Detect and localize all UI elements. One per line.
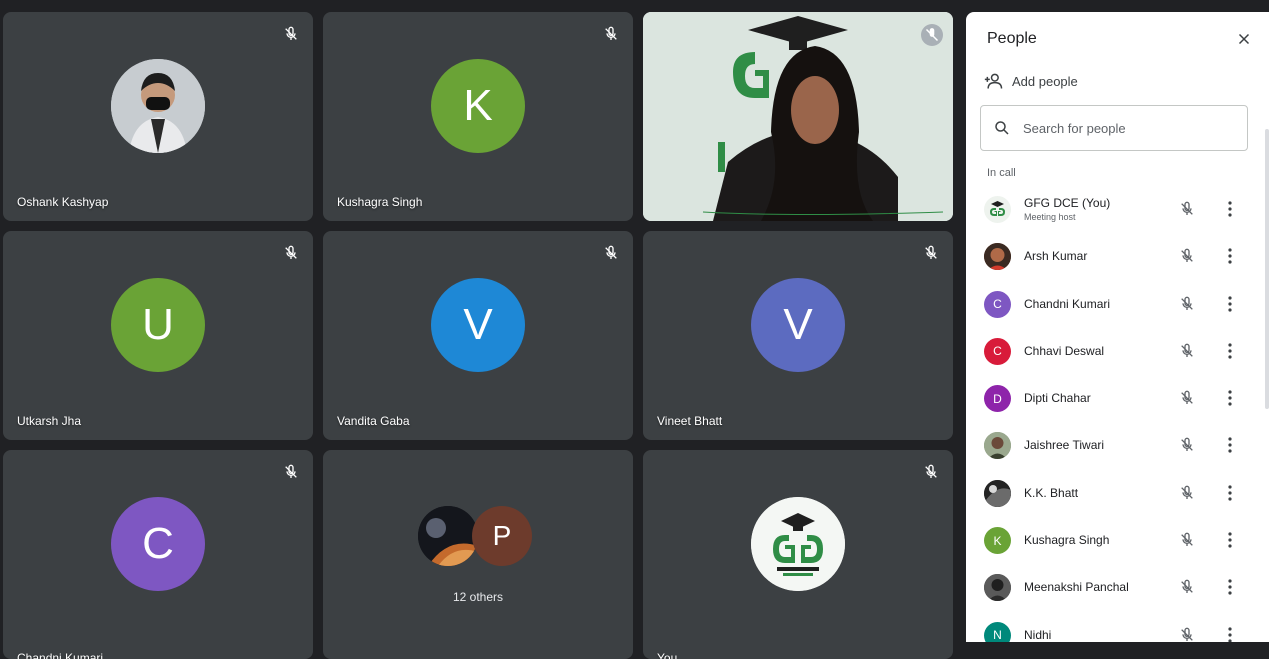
avatar — [984, 479, 1011, 507]
microphone-off-icon — [925, 464, 937, 478]
participant-name: Chandni Kumari — [17, 651, 104, 659]
more-options-icon[interactable] — [1222, 626, 1238, 642]
more-options-icon[interactable] — [1222, 200, 1238, 218]
list-item[interactable]: C Chandni Kumari — [966, 281, 1269, 328]
more-options-icon[interactable] — [1222, 578, 1238, 596]
gfg-logo-avatar — [751, 496, 845, 591]
avatar: V — [751, 277, 845, 372]
microphone-off-icon[interactable] — [1179, 437, 1195, 453]
microphone-off-icon — [605, 245, 617, 259]
list-item[interactable]: K.K. Bhatt — [966, 470, 1269, 517]
video-tile[interactable] — [643, 12, 953, 221]
people-panel: People Add people In call GFG DCE (You) … — [966, 12, 1269, 642]
participant-tile[interactable]: K Kushagra Singh — [323, 12, 633, 221]
microphone-off-icon — [285, 26, 297, 40]
list-item[interactable]: K Kushagra Singh — [966, 517, 1269, 564]
participant-name: Chhavi Deswal — [1024, 343, 1105, 358]
microphone-off-icon — [285, 245, 297, 259]
avatar: K — [984, 527, 1011, 555]
search-icon — [995, 121, 1009, 135]
participant-name: Vineet Bhatt — [657, 414, 723, 428]
avatar — [984, 432, 1011, 460]
avatar — [984, 574, 1011, 602]
avatar: C — [984, 337, 1011, 365]
microphone-off-icon[interactable] — [1179, 296, 1195, 312]
participant-role: Meeting host — [1024, 212, 1076, 222]
self-tile[interactable]: You — [643, 450, 953, 659]
participant-name: Jaishree Tiwari — [1024, 438, 1105, 453]
more-options-icon[interactable] — [1222, 247, 1238, 265]
avatar: C — [111, 496, 205, 591]
microphone-off-icon[interactable] — [1179, 390, 1195, 406]
avatar — [984, 243, 1011, 271]
participant-name: Oshank Kashyap — [17, 195, 109, 209]
participant-tile[interactable]: V Vandita Gaba — [323, 231, 633, 440]
list-item[interactable]: GFG DCE (You) Meeting host — [966, 186, 1269, 233]
more-options-icon[interactable] — [1222, 531, 1238, 549]
avatar — [111, 58, 205, 153]
list-item[interactable]: Jaishree Tiwari — [966, 422, 1269, 469]
participant-tile[interactable]: V Vineet Bhatt — [643, 231, 953, 440]
more-options-icon[interactable] — [1222, 484, 1238, 502]
more-options-icon[interactable] — [1222, 295, 1238, 313]
close-icon[interactable] — [1235, 30, 1253, 48]
participant-name: K.K. Bhatt — [1024, 485, 1079, 500]
avatar: U — [111, 277, 205, 372]
microphone-off-icon[interactable] — [1179, 343, 1195, 359]
avatar: D — [984, 385, 1011, 413]
avatar — [984, 196, 1011, 223]
participant-name: Meenakshi Panchal — [1024, 580, 1129, 595]
others-count: 12 others — [452, 590, 504, 604]
microphone-off-icon[interactable] — [1179, 579, 1195, 595]
avatar: P — [472, 506, 532, 566]
search-input[interactable] — [1021, 119, 1235, 137]
participant-name: Nidhi — [1024, 627, 1052, 642]
participant-tile[interactable]: U Utkarsh Jha — [3, 231, 313, 440]
microphone-off-icon — [605, 26, 617, 40]
more-options-icon[interactable] — [1222, 436, 1238, 454]
microphone-off-icon[interactable] — [1179, 248, 1195, 264]
more-options-icon[interactable] — [1222, 342, 1238, 360]
avatar: C — [984, 290, 1011, 318]
participant-name: Dipti Chahar — [1024, 391, 1091, 406]
panel-title: People — [987, 30, 1037, 47]
list-item[interactable]: C Chhavi Deswal — [966, 328, 1269, 375]
participant-name: GFG DCE (You) — [1024, 196, 1111, 210]
participant-name: Utkarsh Jha — [17, 414, 82, 428]
participant-name: Arsh Kumar — [1024, 249, 1088, 264]
list-item[interactable]: N Nidhi — [966, 612, 1269, 642]
add-people-button[interactable]: Add people — [984, 72, 1078, 90]
avatar: N — [984, 621, 1011, 642]
microphone-off-icon[interactable] — [1179, 485, 1195, 501]
avatar: K — [431, 58, 525, 153]
microphone-off-icon[interactable] — [1179, 627, 1195, 642]
list-item[interactable]: Meenakshi Panchal — [966, 564, 1269, 611]
list-item[interactable]: D Dipti Chahar — [966, 375, 1269, 422]
microphone-off-icon — [921, 24, 943, 46]
participant-name: Kushagra Singh — [337, 195, 423, 209]
scrollbar[interactable] — [1265, 129, 1269, 409]
search-field[interactable] — [980, 105, 1248, 151]
avatar — [418, 506, 478, 566]
participant-list: GFG DCE (You) Meeting host Arsh Kumar C … — [966, 186, 1269, 642]
microphone-off-icon[interactable] — [1179, 201, 1195, 217]
microphone-off-icon — [925, 245, 937, 259]
others-avatars: P — [416, 506, 540, 570]
participant-name: Kushagra Singh — [1024, 533, 1110, 548]
participant-tile[interactable]: Oshank Kashyap — [3, 12, 313, 221]
video-feed — [643, 12, 953, 221]
microphone-off-icon — [285, 464, 297, 478]
add-people-label: Add people — [1012, 73, 1078, 89]
more-options-icon[interactable] — [1222, 389, 1238, 407]
participant-name: You — [657, 651, 678, 659]
participant-tile[interactable]: C Chandni Kumari — [3, 450, 313, 659]
avatar: V — [431, 277, 525, 372]
add-person-icon — [984, 73, 1003, 89]
participant-name: Vandita Gaba — [337, 414, 410, 428]
list-item[interactable]: Arsh Kumar — [966, 233, 1269, 280]
microphone-off-icon[interactable] — [1179, 532, 1195, 548]
section-label: In call — [987, 167, 1016, 179]
participant-name: Chandni Kumari — [1024, 296, 1111, 311]
others-tile[interactable]: P 12 others — [323, 450, 633, 659]
